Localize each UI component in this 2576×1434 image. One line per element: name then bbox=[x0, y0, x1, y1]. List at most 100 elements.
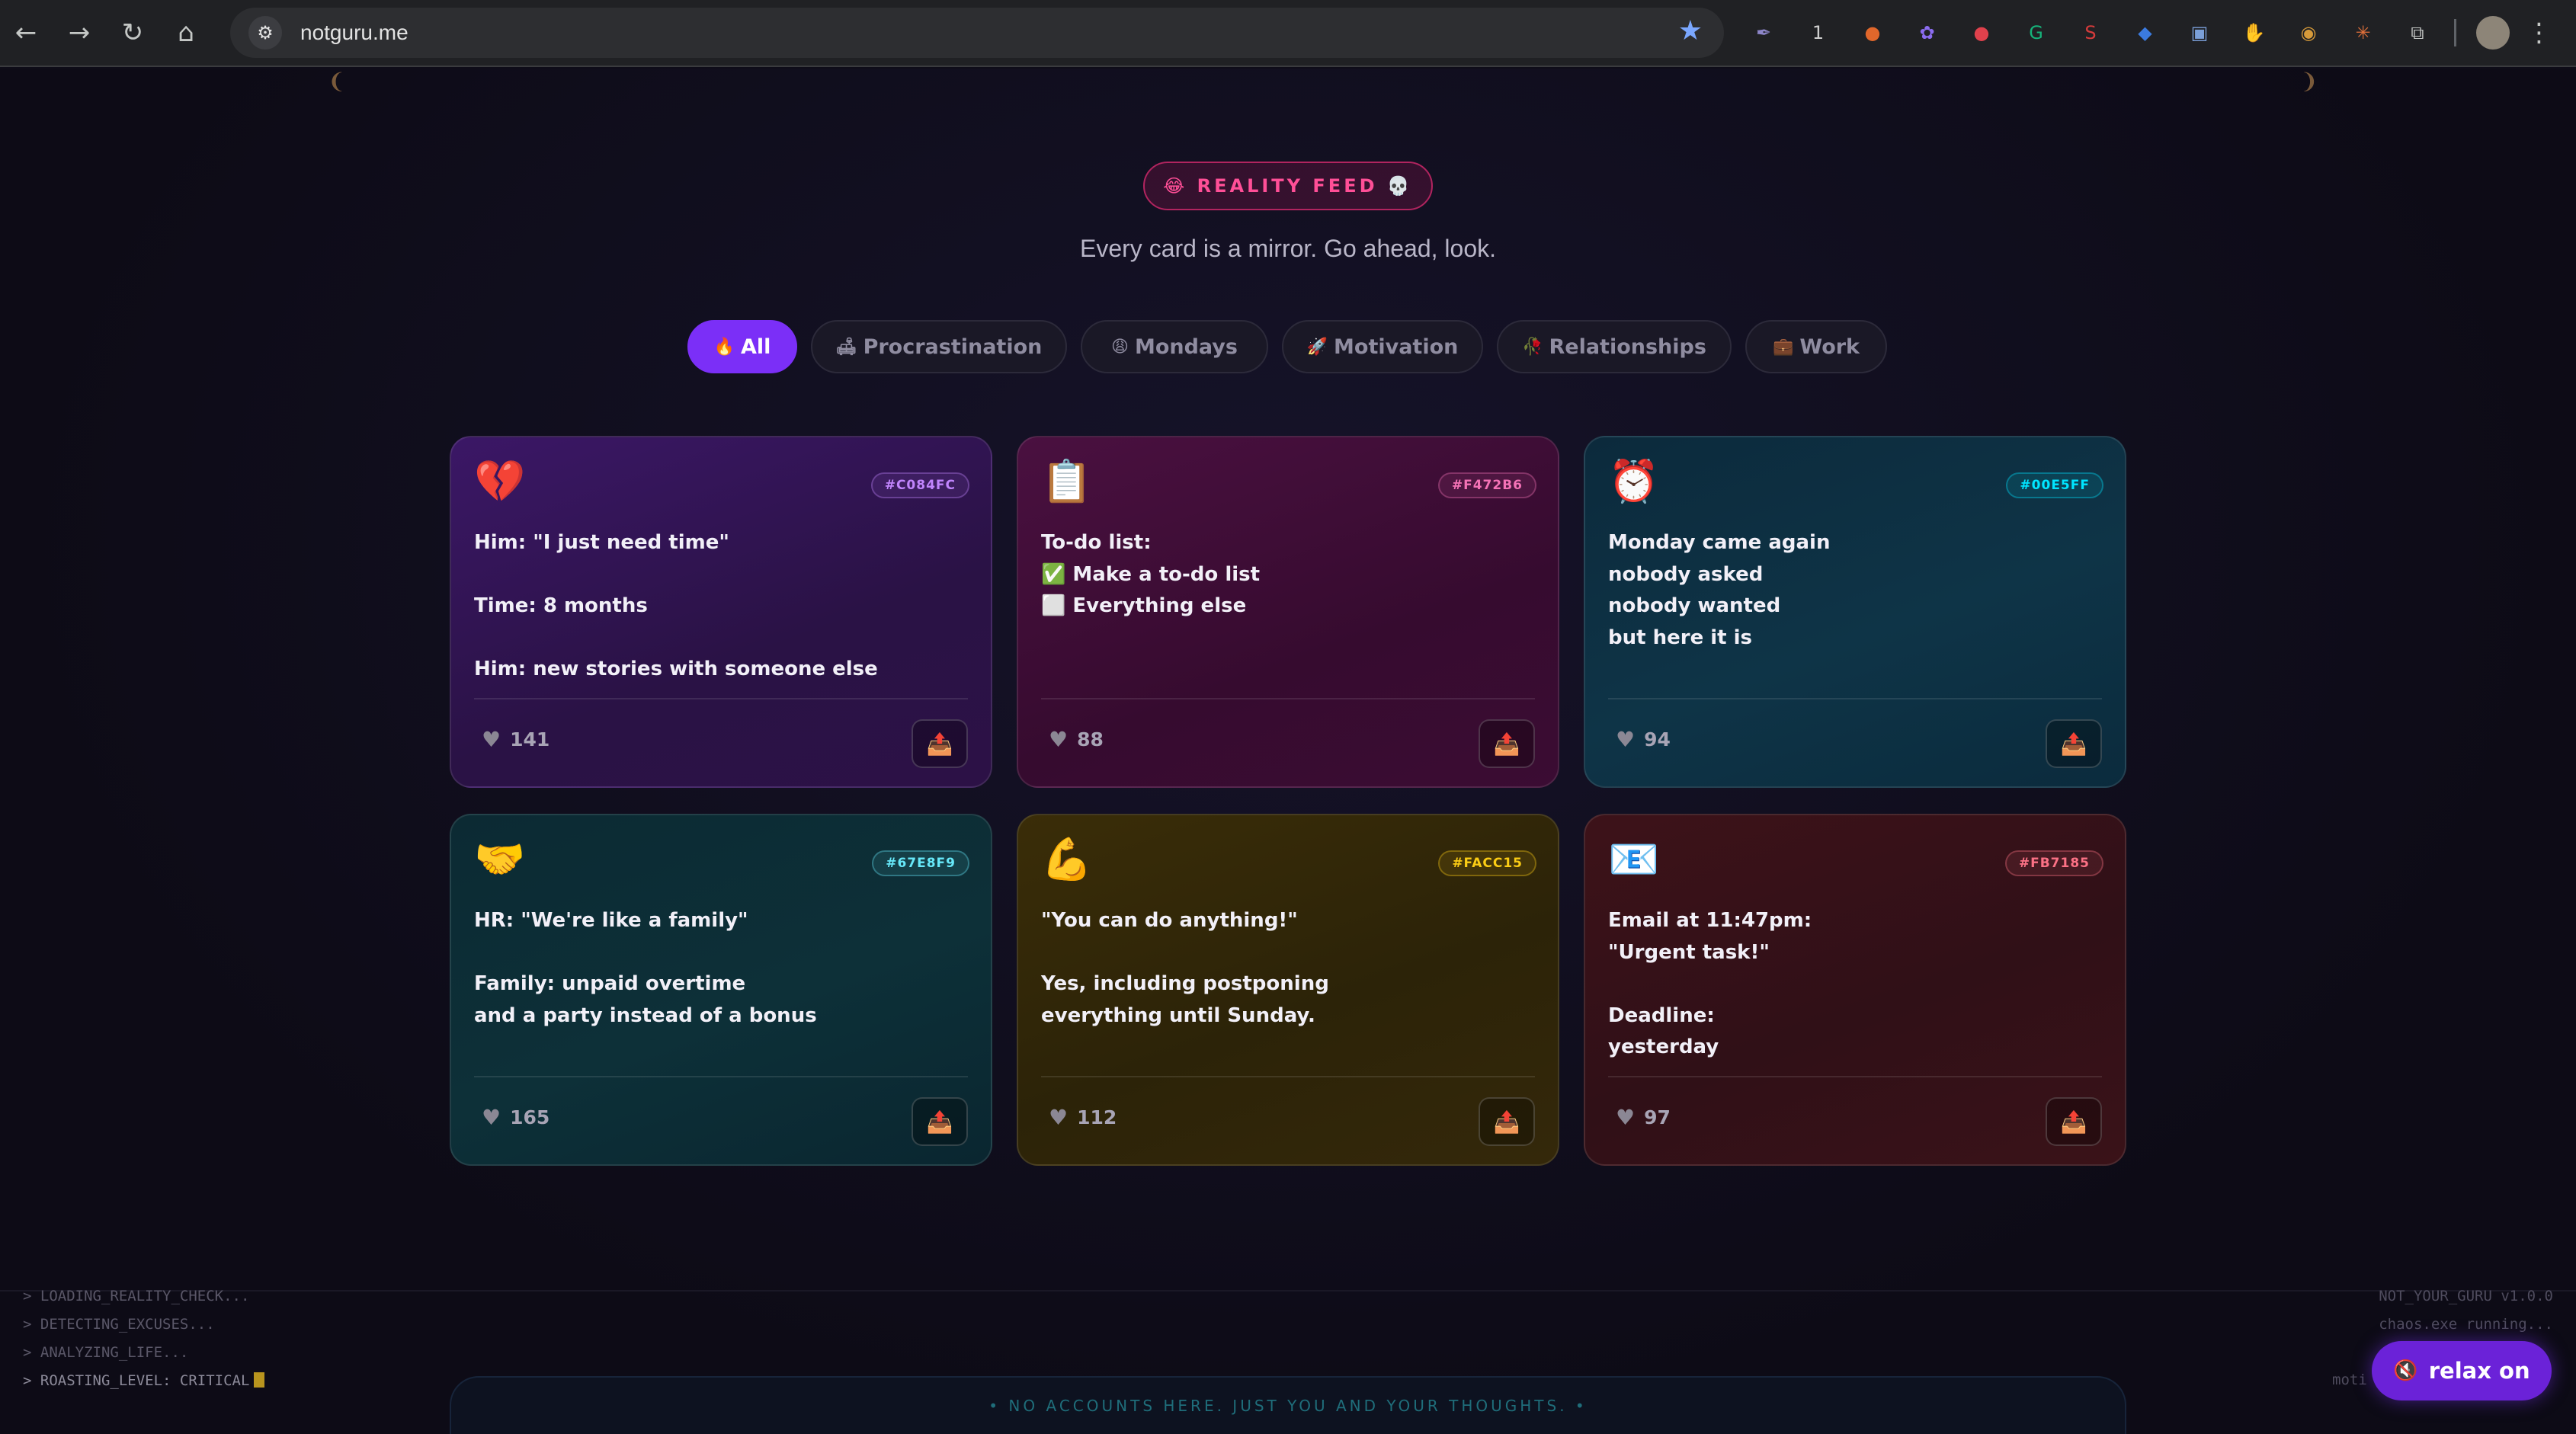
color-tag: #67E8F9 bbox=[872, 850, 969, 876]
share-button[interactable]: 📤 bbox=[2046, 1097, 2102, 1146]
share-icon: 📤 bbox=[2060, 1109, 2087, 1135]
address-bar[interactable]: ⚙ notguru.me ★ bbox=[230, 8, 1724, 58]
share-button[interactable]: 📤 bbox=[912, 719, 968, 768]
like-button[interactable]: ♥ 88 bbox=[1049, 727, 1104, 752]
grammarly-extension-icon[interactable]: G bbox=[2018, 14, 2055, 51]
color-tag: #FACC15 bbox=[1438, 850, 1536, 876]
filter-all[interactable]: 🔥 All bbox=[687, 320, 797, 373]
page-subtitle: Every card is a mirror. Go ahead, look. bbox=[1080, 235, 1496, 262]
browser-toolbar: ← → ↻ ⌂ ⚙ notguru.me ★ ✒ 1 ● ✿ ● G S ◆ ▣ ✋ ◉ ✳ ⧉ ⋮ bbox=[0, 0, 2576, 67]
corner-decoration: ❩ bbox=[2300, 69, 2318, 94]
weary-face-icon: 😩 bbox=[1111, 337, 1129, 357]
share-button[interactable]: 📤 bbox=[1479, 719, 1535, 768]
filter-mondays[interactable]: 😩 Mondays bbox=[1081, 320, 1268, 373]
terminal-line: > LOADING_REALITY_CHECK... bbox=[23, 1288, 250, 1304]
share-button[interactable]: 📤 bbox=[912, 1097, 968, 1146]
filter-label: All bbox=[741, 334, 771, 359]
speaker-muted-icon: 🔇 bbox=[2393, 1359, 2418, 1382]
site-settings-icon[interactable]: ⚙ bbox=[248, 16, 282, 50]
share-icon: 📤 bbox=[2060, 731, 2087, 757]
heart-icon: ♥ bbox=[1049, 1105, 1069, 1130]
star-icon[interactable]: ★ bbox=[1678, 15, 1703, 46]
sparkle-extension-icon[interactable]: ✳ bbox=[2345, 14, 2382, 51]
card-text: Email at 11:47pm: "Urgent task!" Deadlin… bbox=[1608, 909, 1812, 1058]
like-count: 88 bbox=[1077, 728, 1104, 751]
filter-relationships[interactable]: 🥀 Relationships bbox=[1497, 320, 1732, 373]
relax-label: relax on bbox=[2428, 1358, 2530, 1384]
share-button[interactable]: 📤 bbox=[1479, 1097, 1535, 1146]
feather-extension-icon[interactable]: ✒ bbox=[1745, 14, 1782, 51]
heart-icon: ♥ bbox=[482, 727, 501, 752]
card-text: HR: "We're like a family" Family: unpaid… bbox=[474, 909, 817, 1027]
divider bbox=[1608, 1076, 2102, 1077]
relax-toggle-button[interactable]: 🔇 relax on bbox=[2372, 1341, 2552, 1400]
like-button[interactable]: ♥ 141 bbox=[482, 727, 549, 752]
divider bbox=[0, 1290, 2576, 1292]
wilted-rose-icon: 🥀 bbox=[1522, 337, 1543, 357]
heart-icon: ♥ bbox=[1049, 727, 1069, 752]
like-button[interactable]: ♥ 94 bbox=[1616, 727, 1671, 752]
card[interactable]: 💔 #C084FC Him: "I just need time" Time: … bbox=[450, 436, 992, 788]
card[interactable]: 📧 #FB7185 Email at 11:47pm: "Urgent task… bbox=[1584, 814, 2126, 1166]
footer-banner: • NO ACCOUNTS HERE. JUST YOU AND YOUR TH… bbox=[450, 1376, 2126, 1434]
hand-extension-icon[interactable]: ✋ bbox=[2236, 14, 2273, 51]
url-text[interactable]: notguru.me bbox=[300, 21, 409, 45]
gear-extension-icon[interactable]: ✿ bbox=[1909, 14, 1946, 51]
back-icon[interactable]: ← bbox=[5, 11, 47, 54]
share-icon: 📤 bbox=[1493, 1109, 1520, 1135]
profile-avatar[interactable] bbox=[2475, 16, 2510, 50]
share-button[interactable]: 📤 bbox=[2046, 719, 2102, 768]
like-button[interactable]: ♥ 97 bbox=[1616, 1105, 1671, 1130]
like-count: 165 bbox=[510, 1106, 550, 1128]
handshake-icon: 🤝 bbox=[474, 835, 526, 883]
card[interactable]: ⏰ #00E5FF Monday came again nobody asked… bbox=[1584, 436, 2126, 788]
screen-extension-icon[interactable]: ▣ bbox=[2181, 14, 2218, 51]
orange-extension-icon[interactable]: ● bbox=[1854, 14, 1891, 51]
more-vert-icon[interactable]: ⋮ bbox=[2526, 18, 2552, 48]
broken-heart-icon: 💔 bbox=[474, 457, 526, 505]
share-icon: 📤 bbox=[926, 731, 953, 757]
card-text: Him: "I just need time" Time: 8 months H… bbox=[474, 531, 878, 680]
reload-icon[interactable]: ↻ bbox=[111, 11, 154, 54]
like-button[interactable]: ♥ 112 bbox=[1049, 1105, 1117, 1130]
card[interactable]: 🤝 #67E8F9 HR: "We're like a family" Fami… bbox=[450, 814, 992, 1166]
filter-procrastination[interactable]: 🛋 Procrastination bbox=[811, 320, 1067, 373]
card-text: "You can do anything!" Yes, including po… bbox=[1041, 909, 1329, 1027]
color-tag: #FB7185 bbox=[2004, 850, 2103, 876]
circle-extension-icon[interactable]: ◉ bbox=[2290, 14, 2327, 51]
card-text: To-do list: ✅ Make a to-do list ⬜ Everyt… bbox=[1041, 531, 1261, 617]
password-extension-icon[interactable]: 1 bbox=[1800, 14, 1837, 51]
card[interactable]: 💪 #FACC15 "You can do anything!" Yes, in… bbox=[1017, 814, 1559, 1166]
page: ❨ ❩ 😂 REALITY FEED 💀 Every card is a mir… bbox=[0, 69, 2576, 1434]
card-text: Monday came again nobody asked nobody wa… bbox=[1608, 531, 1831, 649]
rocket-icon: 🚀 bbox=[1306, 337, 1328, 357]
filter-motivation[interactable]: 🚀 Motivation bbox=[1282, 320, 1483, 373]
version-text: NOT_YOUR_GURU v1.0.0 bbox=[2379, 1288, 2553, 1304]
terminal-line: > DETECTING_EXCUSES... bbox=[23, 1316, 215, 1333]
home-icon[interactable]: ⌂ bbox=[165, 11, 207, 54]
puzzle-extension-icon[interactable]: ⧉ bbox=[2399, 14, 2436, 51]
filter-work[interactable]: 💼 Work bbox=[1745, 320, 1887, 373]
forward-icon[interactable]: → bbox=[58, 11, 101, 54]
extensions-bar: ✒ 1 ● ✿ ● G S ◆ ▣ ✋ ◉ ✳ ⧉ ⋮ bbox=[1745, 14, 2552, 52]
tag-extension-icon[interactable]: ◆ bbox=[2127, 14, 2164, 51]
share-icon: 📤 bbox=[926, 1109, 953, 1135]
motivation-text: moti bbox=[2332, 1372, 2367, 1388]
divider bbox=[1608, 698, 2102, 699]
red-extension-icon[interactable]: ● bbox=[1963, 14, 2000, 51]
terminal-line: > ANALYZING_LIFE... bbox=[23, 1344, 189, 1361]
email-icon: 📧 bbox=[1608, 835, 1660, 883]
heart-icon: ♥ bbox=[482, 1105, 501, 1130]
filter-tabs: 🔥 All 🛋 Procrastination 😩 Mondays 🚀 Moti… bbox=[0, 320, 2576, 373]
clipboard-icon: 📋 bbox=[1041, 457, 1093, 505]
color-tag: #00E5FF bbox=[2006, 472, 2103, 498]
heart-icon: ♥ bbox=[1616, 1105, 1636, 1130]
like-button[interactable]: ♥ 165 bbox=[482, 1105, 549, 1130]
card[interactable]: 📋 #F472B6 To-do list: ✅ Make a to-do lis… bbox=[1017, 436, 1559, 788]
like-count: 141 bbox=[510, 728, 550, 751]
divider bbox=[474, 698, 968, 699]
briefcase-icon: 💼 bbox=[1772, 337, 1794, 357]
terminal-cursor bbox=[254, 1372, 265, 1388]
couch-icon: 🛋 bbox=[835, 337, 857, 357]
s-extension-icon[interactable]: S bbox=[2072, 14, 2109, 51]
